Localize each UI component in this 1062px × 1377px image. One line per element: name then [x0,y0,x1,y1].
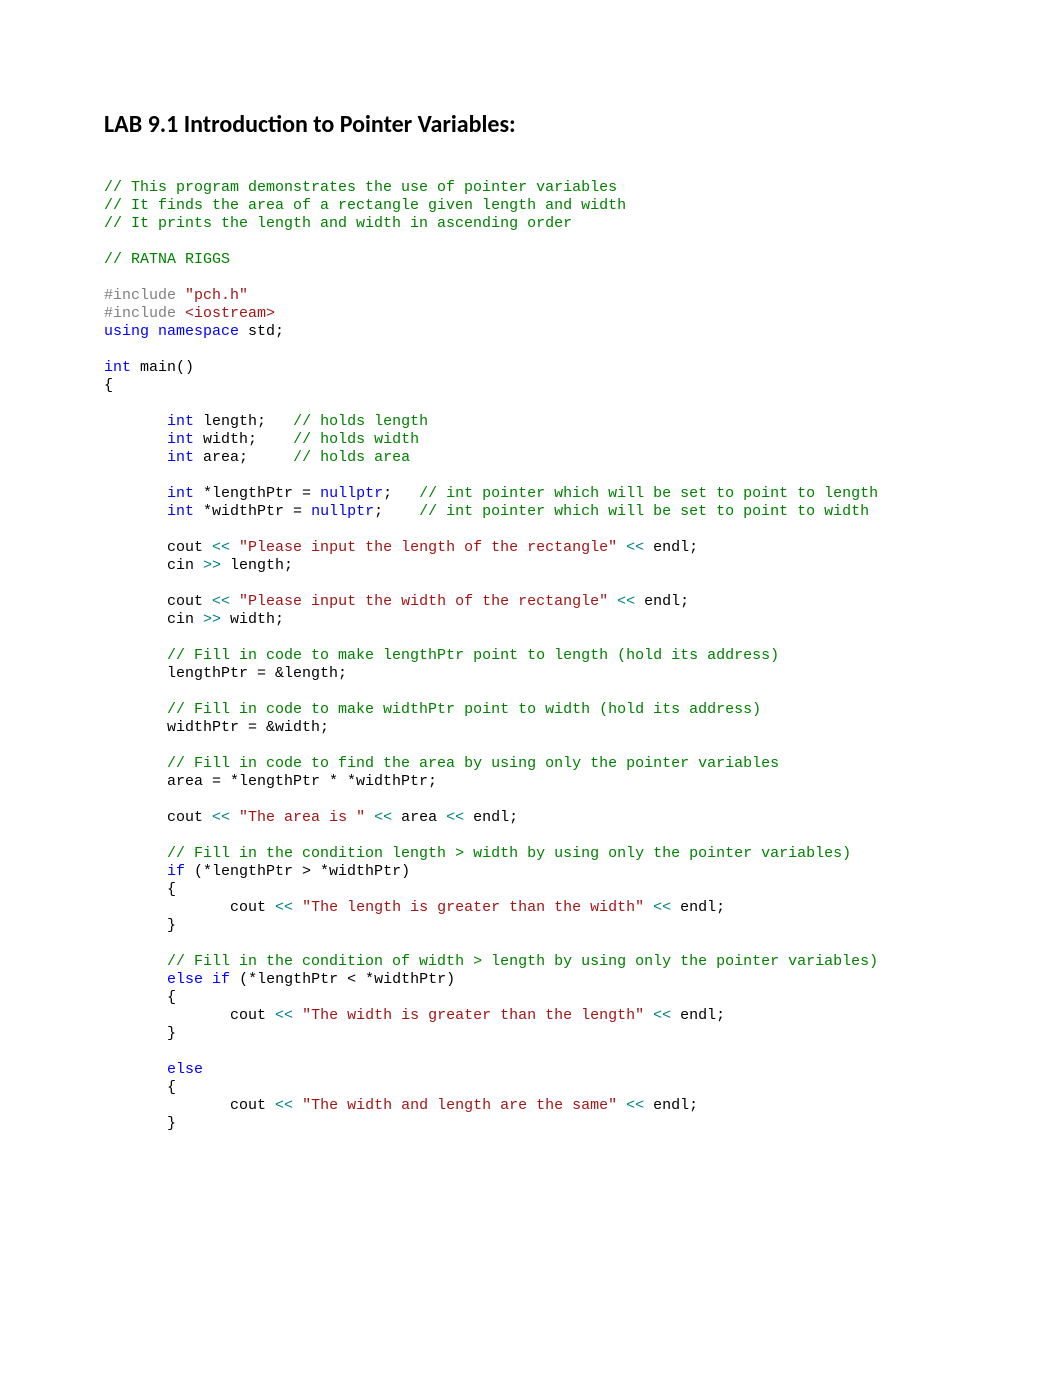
code-text [392,485,419,502]
code-operator: << [212,593,230,610]
code-operator: << [212,809,230,826]
code-text: endl; [671,1007,725,1024]
code-text: lengthPtr = &length; [167,665,347,682]
code-text: widthPtr = &width; [167,719,329,736]
code-keyword: else [167,1061,203,1078]
code-text: cout [167,539,212,556]
code-text: cout [167,809,212,826]
code-brace: { [167,1079,176,1096]
code-text: area [392,809,446,826]
code-brace: { [167,989,176,1006]
code-string: "The width is greater than the length" [293,1007,653,1024]
code-keyword: using [104,323,149,340]
code-text: cout [167,593,212,610]
code-string: "Please input the length of the rectangl… [230,539,626,556]
code-text: area; [194,449,293,466]
code-nullptr: nullptr [311,503,374,520]
code-text: cin [167,611,203,628]
code-text: (*lengthPtr > *widthPtr) [185,863,410,880]
code-text: ; [374,503,383,520]
code-nullptr: nullptr [320,485,383,502]
code-text: std; [239,323,284,340]
code-text: width; [221,611,284,628]
code-text: endl; [644,1097,698,1114]
code-comment: // Fill in code to make lengthPtr point … [167,647,779,664]
code-text: ; [383,485,392,502]
code-comment: // Fill in the condition of width > leng… [167,953,878,970]
code-operator: << [626,539,644,556]
code-operator: << [275,1097,293,1114]
code-keyword: if [212,971,230,988]
code-text: (*lengthPtr < *widthPtr) [230,971,455,988]
code-operator: >> [203,557,221,574]
code-comment: // holds width [293,431,419,448]
code-operator: << [626,1097,644,1114]
code-preproc: #include [104,305,176,322]
code-text: *widthPtr = [194,503,311,520]
code-comment: // Fill in code to find the area by usin… [167,755,779,772]
code-type: int [167,431,194,448]
code-type: int [167,413,194,430]
code-type: int [104,359,131,376]
code-operator: << [617,593,635,610]
code-type: int [167,449,194,466]
code-operator: << [212,539,230,556]
code-text: main() [131,359,194,376]
code-keyword: else [167,971,203,988]
code-comment: // int pointer which will be set to poin… [419,503,869,520]
code-text: *lengthPtr = [194,485,320,502]
code-brace: { [167,881,176,898]
code-comment: // It finds the area of a rectangle give… [104,197,626,214]
code-comment: // It prints the length and width in asc… [104,215,572,232]
code-text: cout [230,1097,275,1114]
code-string: "The length is greater than the width" [293,899,653,916]
code-operator: << [653,899,671,916]
code-operator: << [275,1007,293,1024]
code-comment: // holds length [293,413,428,430]
code-string: "The area is " [230,809,374,826]
code-brace: } [167,917,176,934]
code-comment: // This program demonstrates the use of … [104,179,617,196]
code-string: "The width and length are the same" [293,1097,626,1114]
code-comment: // RATNA RIGGS [104,251,230,268]
code-text: cout [230,1007,275,1024]
code-type: int [167,485,194,502]
code-comment: // int pointer which will be set to poin… [419,485,878,502]
code-operator: << [374,809,392,826]
code-preproc: #include [104,287,176,304]
code-text: length; [221,557,293,574]
code-comment: // Fill in code to make widthPtr point t… [167,701,761,718]
code-operator: << [275,899,293,916]
code-text: area = *lengthPtr * *widthPtr; [167,773,437,790]
code-type: int [167,503,194,520]
code-text: cout [230,899,275,916]
code-brace: { [104,377,113,394]
code-include-file: "pch.h" [185,287,248,304]
code-text: length; [194,413,293,430]
code-operator: << [446,809,464,826]
code-text [383,503,419,520]
code-brace: } [167,1115,176,1132]
code-brace: } [167,1025,176,1042]
code-operator: >> [203,611,221,628]
code-text: endl; [464,809,518,826]
code-keyword: namespace [158,323,239,340]
code-keyword: if [167,863,185,880]
code-operator: << [653,1007,671,1024]
code-text: width; [194,431,293,448]
code-comment: // Fill in the condition length > width … [167,845,851,862]
code-block: // This program demonstrates the use of … [104,179,958,1133]
code-text: cin [167,557,203,574]
code-comment: // holds area [293,449,410,466]
code-text: endl; [644,539,698,556]
code-string: "Please input the width of the rectangle… [230,593,617,610]
code-text: endl; [635,593,689,610]
code-text: endl; [671,899,725,916]
code-include-file: <iostream> [185,305,275,322]
page-title: LAB 9.1 Introduction to Pointer Variable… [104,110,958,139]
